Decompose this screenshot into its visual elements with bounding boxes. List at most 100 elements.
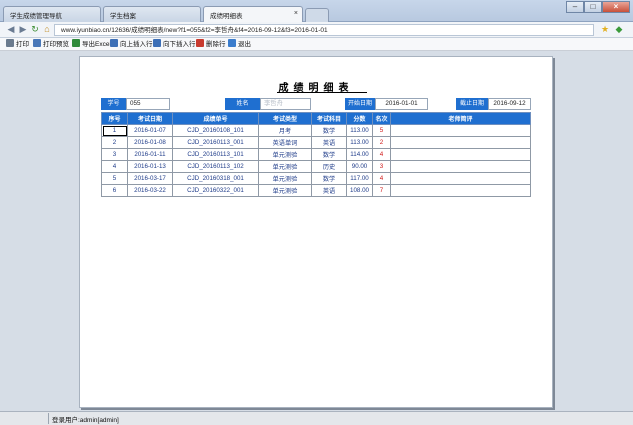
date-cell[interactable]: 2016-03-17 bbox=[127, 172, 173, 185]
home-icon[interactable]: ⌂ bbox=[42, 24, 52, 34]
table-row[interactable]: 1 2016-01-07 CJD_20160108_101 月考 数学 113.… bbox=[101, 124, 531, 137]
seq-cell[interactable]: 2 bbox=[101, 136, 128, 149]
table-row[interactable]: 2 2016-01-08 CJD_20160113_001 英语单词 英语 11… bbox=[101, 136, 531, 149]
exam-type-cell[interactable]: 单元测验 bbox=[258, 184, 312, 197]
title-underline bbox=[277, 92, 367, 93]
table-row[interactable]: 6 2016-03-22 CJD_20160322_001 单元测验 英语 10… bbox=[101, 184, 531, 197]
new-tab-button[interactable] bbox=[305, 8, 329, 22]
seq-cell[interactable]: 3 bbox=[101, 148, 128, 161]
exit-button[interactable]: 退出 bbox=[228, 39, 251, 50]
status-divider bbox=[48, 413, 49, 424]
report-toolbar: 打印 打印预览 导出Excel 向上插入行 向下插入行 删除行 退出 bbox=[0, 38, 633, 51]
comment-cell[interactable] bbox=[390, 184, 531, 197]
exam-type-cell[interactable]: 月考 bbox=[258, 124, 312, 137]
comment-cell[interactable] bbox=[390, 160, 531, 173]
subject-cell[interactable]: 数学 bbox=[311, 148, 347, 161]
close-window-button[interactable]: × bbox=[602, 1, 630, 13]
name-label: 姓名 bbox=[225, 98, 260, 110]
column-header: 考试日期 bbox=[127, 112, 173, 125]
record-no-cell[interactable]: CJD_20160108_101 bbox=[172, 124, 259, 137]
score-detail-table: 序号 考试日期 成绩单号 考试类型 考试科目 分数 名次 老师简评 1 2016… bbox=[101, 112, 531, 197]
score-cell[interactable]: 113.00 bbox=[346, 136, 373, 149]
login-user-status: 登录用户:admin[admin] bbox=[52, 417, 119, 424]
student-id-field[interactable]: 055 bbox=[126, 98, 170, 110]
report-paper: 成绩明细表 学号 055 姓名 李哲舟 开始日期 2016-01-01 截止日期… bbox=[79, 56, 553, 408]
exam-type-cell[interactable]: 单元测验 bbox=[258, 160, 312, 173]
forward-icon[interactable]: ▶ bbox=[18, 24, 28, 34]
date-cell[interactable]: 2016-01-07 bbox=[127, 124, 173, 137]
date-cell[interactable]: 2016-03-22 bbox=[127, 184, 173, 197]
date-cell[interactable]: 2016-01-08 bbox=[127, 136, 173, 149]
date-cell[interactable]: 2016-01-13 bbox=[127, 160, 173, 173]
print-button[interactable]: 打印 bbox=[6, 39, 29, 50]
score-cell[interactable]: 113.00 bbox=[346, 124, 373, 137]
rank-cell[interactable]: 5 bbox=[372, 124, 391, 137]
extension-icon[interactable]: ◆ bbox=[614, 24, 624, 34]
printer-icon bbox=[6, 39, 14, 47]
favorite-star-icon[interactable]: ★ bbox=[600, 24, 610, 34]
tab-label: 学生成绩管理导航 bbox=[10, 13, 62, 20]
back-icon[interactable]: ◀ bbox=[6, 24, 16, 34]
rank-cell[interactable]: 2 bbox=[372, 136, 391, 149]
score-cell[interactable]: 114.00 bbox=[346, 148, 373, 161]
insert-below-icon bbox=[153, 39, 161, 47]
exam-type-cell[interactable]: 单元测验 bbox=[258, 148, 312, 161]
minimize-button[interactable]: – bbox=[566, 1, 584, 13]
seq-cell[interactable]: 5 bbox=[101, 172, 128, 185]
record-no-cell[interactable]: CJD_20160322_001 bbox=[172, 184, 259, 197]
rank-cell[interactable]: 4 bbox=[372, 172, 391, 185]
comment-cell[interactable] bbox=[390, 148, 531, 161]
export-excel-button[interactable]: 导出Excel bbox=[72, 39, 111, 50]
browser-tab-strip: 学生成绩管理导航 学生档案 成绩明细表 × – □ × bbox=[0, 0, 633, 23]
comment-cell[interactable] bbox=[390, 136, 531, 149]
name-field[interactable]: 李哲舟 bbox=[260, 98, 311, 110]
address-bar[interactable]: www.iyunbiao.cn/12636/成绩明细表/new?f1=055&f… bbox=[54, 24, 594, 36]
exam-type-cell[interactable]: 单元测验 bbox=[258, 172, 312, 185]
exam-type-cell[interactable]: 英语单词 bbox=[258, 136, 312, 149]
column-header: 老师简评 bbox=[390, 112, 531, 125]
refresh-icon[interactable]: ↻ bbox=[30, 24, 40, 34]
seq-cell[interactable]: 6 bbox=[101, 184, 128, 197]
tab-label: 成绩明细表 bbox=[210, 13, 243, 20]
seq-cell[interactable]: 1 bbox=[101, 124, 128, 137]
record-no-cell[interactable]: CJD_20160318_001 bbox=[172, 172, 259, 185]
tab-label: 学生档案 bbox=[110, 13, 136, 20]
end-date-field[interactable]: 2016-09-12 bbox=[488, 98, 531, 110]
end-date-label: 截止日期 bbox=[456, 98, 488, 110]
print-preview-button[interactable]: 打印预览 bbox=[33, 39, 69, 50]
rank-cell[interactable]: 4 bbox=[372, 148, 391, 161]
tab-score-details[interactable]: 成绩明细表 × bbox=[203, 6, 303, 23]
insert-row-above-button[interactable]: 向上插入行 bbox=[110, 39, 153, 50]
subject-cell[interactable]: 英语 bbox=[311, 184, 347, 197]
comment-cell[interactable] bbox=[390, 172, 531, 185]
tab-student-navigation[interactable]: 学生成绩管理导航 bbox=[3, 6, 101, 22]
score-cell[interactable]: 90.00 bbox=[346, 160, 373, 173]
tab-student-records[interactable]: 学生档案 bbox=[103, 6, 201, 22]
subject-cell[interactable]: 数学 bbox=[311, 124, 347, 137]
insert-row-below-button[interactable]: 向下插入行 bbox=[153, 39, 196, 50]
delete-row-button[interactable]: 删除行 bbox=[196, 39, 226, 50]
close-tab-icon[interactable]: × bbox=[294, 10, 298, 17]
rank-cell[interactable]: 3 bbox=[372, 160, 391, 173]
record-no-cell[interactable]: CJD_20160113_102 bbox=[172, 160, 259, 173]
maximize-button[interactable]: □ bbox=[584, 1, 602, 13]
record-no-cell[interactable]: CJD_20160113_001 bbox=[172, 136, 259, 149]
subject-cell[interactable]: 英语 bbox=[311, 136, 347, 149]
column-header: 考试类型 bbox=[258, 112, 312, 125]
seq-cell[interactable]: 4 bbox=[101, 160, 128, 173]
table-row[interactable]: 3 2016-01-11 CJD_20160113_101 单元测验 数学 11… bbox=[101, 148, 531, 161]
table-row[interactable]: 4 2016-01-13 CJD_20160113_102 单元测验 历史 90… bbox=[101, 160, 531, 173]
subject-cell[interactable]: 历史 bbox=[311, 160, 347, 173]
date-cell[interactable]: 2016-01-11 bbox=[127, 148, 173, 161]
rank-cell[interactable]: 7 bbox=[372, 184, 391, 197]
excel-icon bbox=[72, 39, 80, 47]
start-date-label: 开始日期 bbox=[345, 98, 375, 110]
score-cell[interactable]: 108.00 bbox=[346, 184, 373, 197]
table-row[interactable]: 5 2016-03-17 CJD_20160318_001 单元测验 数学 11… bbox=[101, 172, 531, 185]
preview-icon bbox=[33, 39, 41, 47]
start-date-field[interactable]: 2016-01-01 bbox=[375, 98, 428, 110]
score-cell[interactable]: 117.00 bbox=[346, 172, 373, 185]
record-no-cell[interactable]: CJD_20160113_101 bbox=[172, 148, 259, 161]
comment-cell[interactable] bbox=[390, 124, 531, 137]
subject-cell[interactable]: 数学 bbox=[311, 172, 347, 185]
